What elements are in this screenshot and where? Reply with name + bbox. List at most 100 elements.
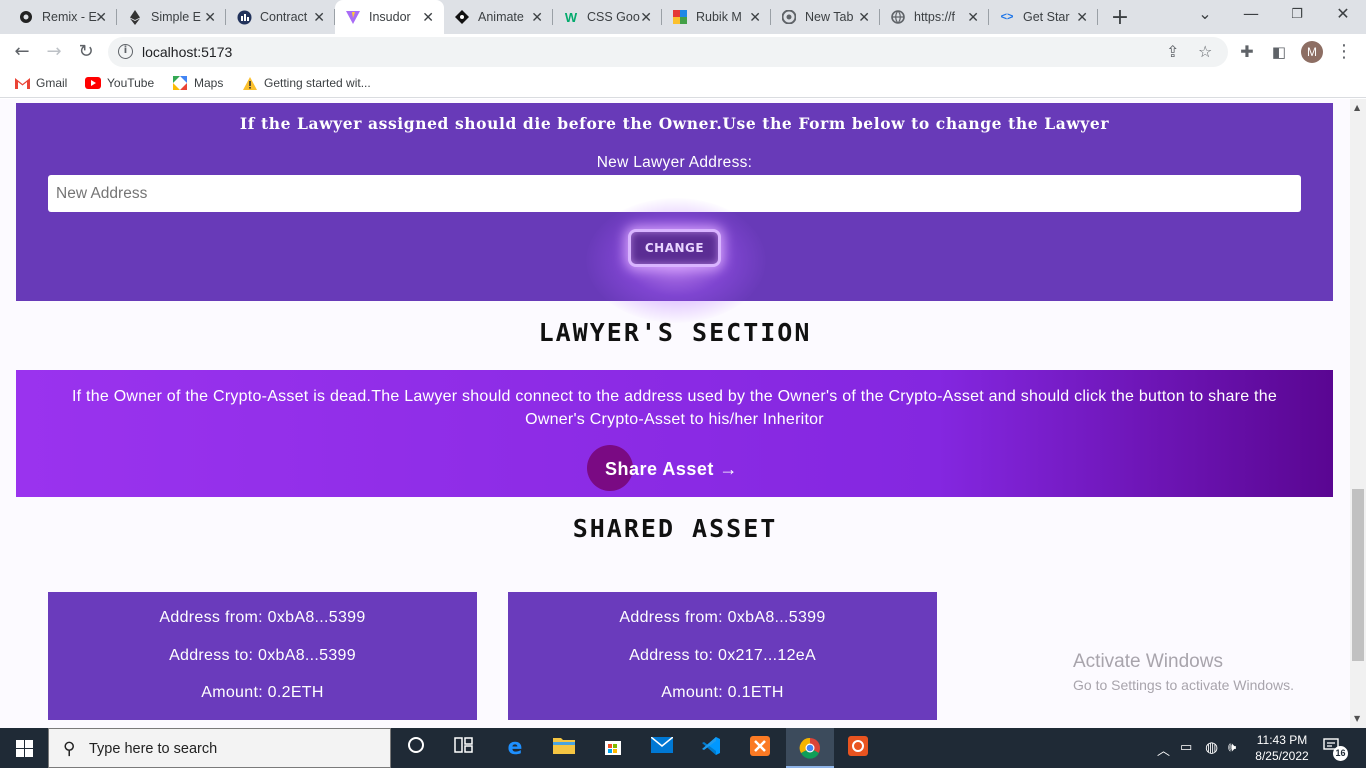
tab-label: Remix - E [42,10,97,24]
activate-windows-watermark: Activate Windows Go to Settings to activ… [1073,651,1294,693]
url-text[interactable]: localhost:5173 [142,44,232,60]
search-placeholder: Type here to search [89,741,218,757]
tab-css[interactable]: W CSS Goo ✕ [553,0,662,34]
gmail-icon [14,76,30,90]
close-window-button[interactable]: ✕ [1331,4,1355,23]
bookmark-maps[interactable]: Maps [172,76,223,90]
tab-https[interactable]: https://f ✕ [880,0,989,34]
bookmark-label: YouTube [107,76,155,90]
animate-icon [454,9,470,25]
mail-icon[interactable] [649,736,675,760]
globe-icon [890,9,906,25]
search-icon: ⚲ [63,739,76,759]
close-icon[interactable]: ✕ [313,9,325,25]
side-panel-icon[interactable]: ◧ [1267,40,1291,64]
vscode-icon[interactable] [698,736,724,760]
address-from: Address from: 0xbA8...5399 [619,609,826,626]
code-icon: <> [1000,11,1014,23]
extensions-puzzle-icon[interactable]: ✚ [1235,40,1259,64]
tab-label: Animate [478,10,524,24]
bookmark-gmail[interactable]: Gmail [14,76,67,90]
share-icon[interactable]: ⇪ [1166,42,1179,61]
close-icon[interactable]: ✕ [422,9,434,25]
tab-insudor[interactable]: Insudor ✕ [335,0,444,34]
contract-icon [236,9,252,25]
watermark-title: Activate Windows [1073,651,1223,672]
tab-rubik[interactable]: Rubik M ✕ [662,0,771,34]
file-explorer-icon[interactable] [551,736,577,760]
remix-icon [18,9,34,25]
back-arrow-icon[interactable]: ← [10,40,34,64]
close-icon[interactable]: ✕ [858,9,870,25]
xampp-icon[interactable] [747,736,773,760]
change-lawyer-title: If the Lawyer assigned should die before… [239,114,1110,133]
bookmark-label: Maps [194,76,224,90]
tray-chevron-icon[interactable]: ︿ [1157,740,1170,759]
start-button[interactable] [0,728,48,768]
close-icon[interactable]: ✕ [95,9,107,25]
tab-label: Insudor [369,10,411,24]
battery-icon[interactable]: ▭ [1180,740,1192,755]
chrome-taskbar-icon[interactable] [786,728,834,768]
tab-animate[interactable]: Animate ✕ [444,0,553,34]
lawyer-section-heading: LAWYER'S SECTION [538,318,812,347]
close-icon[interactable]: ✕ [1076,9,1088,25]
change-lawyer-button[interactable]: CHANGE [628,229,721,267]
share-instructions: If the Owner of the Crypto-Asset is dead… [71,388,1278,428]
bookmark-label: Gmail [36,76,68,90]
tab-label: https://f [914,10,955,24]
close-icon[interactable]: ✕ [204,9,216,25]
tab-newtab[interactable]: New Tab ✕ [771,0,880,34]
scroll-up-arrow-icon[interactable]: ▲ [1354,103,1360,112]
network-globe-icon[interactable]: ◍ [1205,738,1218,756]
windows-logo-icon [16,740,33,757]
tab-label: Rubik M [696,10,742,24]
task-view-icon[interactable] [451,736,477,760]
tab-remix[interactable]: Remix - E ✕ [8,0,117,34]
forward-arrow-icon[interactable]: → [42,40,66,64]
page-scrollbar[interactable]: ▲ ▼ [1350,99,1366,728]
tab-simple[interactable]: Simple E ✕ [117,0,226,34]
edge-icon[interactable]: e [502,736,528,760]
close-icon[interactable]: ✕ [531,9,543,25]
bookmark-star-icon[interactable]: ☆ [1198,42,1212,61]
notification-count-badge: 16 [1333,746,1348,761]
cortana-circle-icon[interactable] [403,736,429,760]
change-lawyer-panel: If the Lawyer assigned should die before… [16,103,1333,323]
vite-icon [345,9,361,25]
watermark-subtitle: Go to Settings to activate Windows. [1073,677,1294,693]
close-icon[interactable]: ✕ [967,9,979,25]
scrollbar-thumb[interactable] [1352,489,1364,661]
bookmark-youtube[interactable]: YouTube [85,76,154,90]
taskbar-search-box[interactable]: ⚲ Type here to search [48,728,391,768]
share-asset-button[interactable]: Share Asset → [605,459,738,480]
ubuntu-icon[interactable] [845,736,871,760]
close-icon[interactable]: ✕ [749,9,761,25]
close-icon[interactable]: ✕ [640,9,652,25]
new-tab-button[interactable]: + [1108,5,1132,30]
notification-center-icon[interactable]: 16 [1323,738,1348,761]
menu-kebab-icon[interactable]: ⋮ [1332,40,1356,64]
profile-avatar[interactable]: M [1301,41,1323,63]
windows-taskbar: ⚲ Type here to search e ︿ ▭ ◍ 🕪 11:43 PM… [0,728,1366,768]
bookmark-getting-started[interactable]: Getting started wit... [242,76,371,90]
tab-label: Get Star [1023,10,1070,24]
maps-icon [172,76,188,90]
reload-icon[interactable]: ↻ [74,40,98,64]
store-icon[interactable] [600,736,626,760]
minimize-button[interactable]: — [1239,4,1263,23]
restore-button[interactable]: ❐ [1285,7,1309,22]
tab-contract[interactable]: Contract ✕ [226,0,335,34]
scroll-down-arrow-icon[interactable]: ▼ [1354,714,1360,723]
address-from: Address from: 0xbA8...5399 [159,609,366,626]
tab-search-chevron-icon[interactable]: ⌄ [1193,4,1217,23]
amount: Amount: 0.1ETH [661,684,784,701]
amount: Amount: 0.2ETH [201,684,324,701]
address-bar[interactable]: i localhost:5173 ⇪ ☆ [108,37,1228,67]
tab-getstarted[interactable]: <> Get Star ✕ [989,0,1098,34]
browser-toolbar: ← → ↻ i localhost:5173 ⇪ ☆ ✚ ◧ M ⋮ [0,34,1366,70]
shared-asset-heading: SHARED ASSET [572,514,778,543]
volume-icon[interactable]: 🕪 [1228,740,1236,755]
site-info-icon[interactable]: i [118,44,133,59]
system-clock[interactable]: 11:43 PM 8/25/2022 [1250,732,1314,764]
